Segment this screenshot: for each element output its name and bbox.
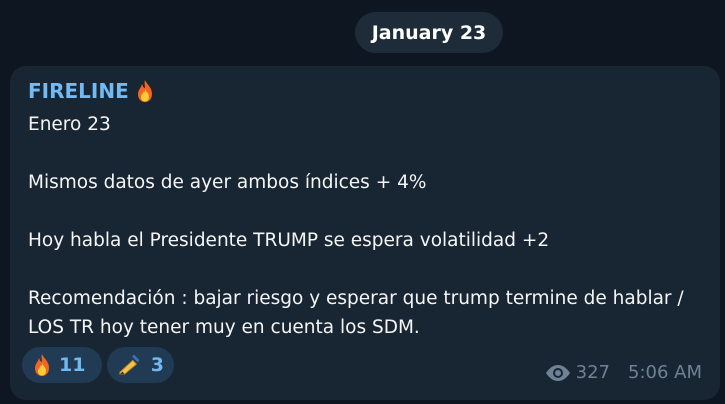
date-separator[interactable]: January 23 xyxy=(355,12,503,53)
message-meta: 327 5:06 AM xyxy=(544,362,702,383)
view-count: 327 xyxy=(575,362,610,383)
reaction-count: 11 xyxy=(59,354,86,376)
sender-name[interactable]: FIRELINE xyxy=(28,79,155,103)
reaction-writing-hand[interactable]: 3 xyxy=(107,347,174,383)
message-time: 5:06 AM xyxy=(628,362,702,383)
sender-name-label: FIRELINE xyxy=(28,79,129,103)
message-text: Enero 23 Mismos datos de ayer ambos índi… xyxy=(28,114,684,338)
reaction-fire[interactable]: 11 xyxy=(22,347,102,383)
writing-hand-icon xyxy=(119,354,140,375)
fire-icon xyxy=(137,80,152,102)
reaction-count: 3 xyxy=(150,354,164,376)
eye-icon xyxy=(545,364,570,381)
date-separator-label: January 23 xyxy=(371,21,487,44)
chat-view: January 23 FIRELINE Enero 23 Mismos dato… xyxy=(0,0,725,404)
message-bubble[interactable]: FIRELINE Enero 23 Mismos datos de ayer a… xyxy=(10,66,720,400)
fire-icon xyxy=(35,354,49,376)
